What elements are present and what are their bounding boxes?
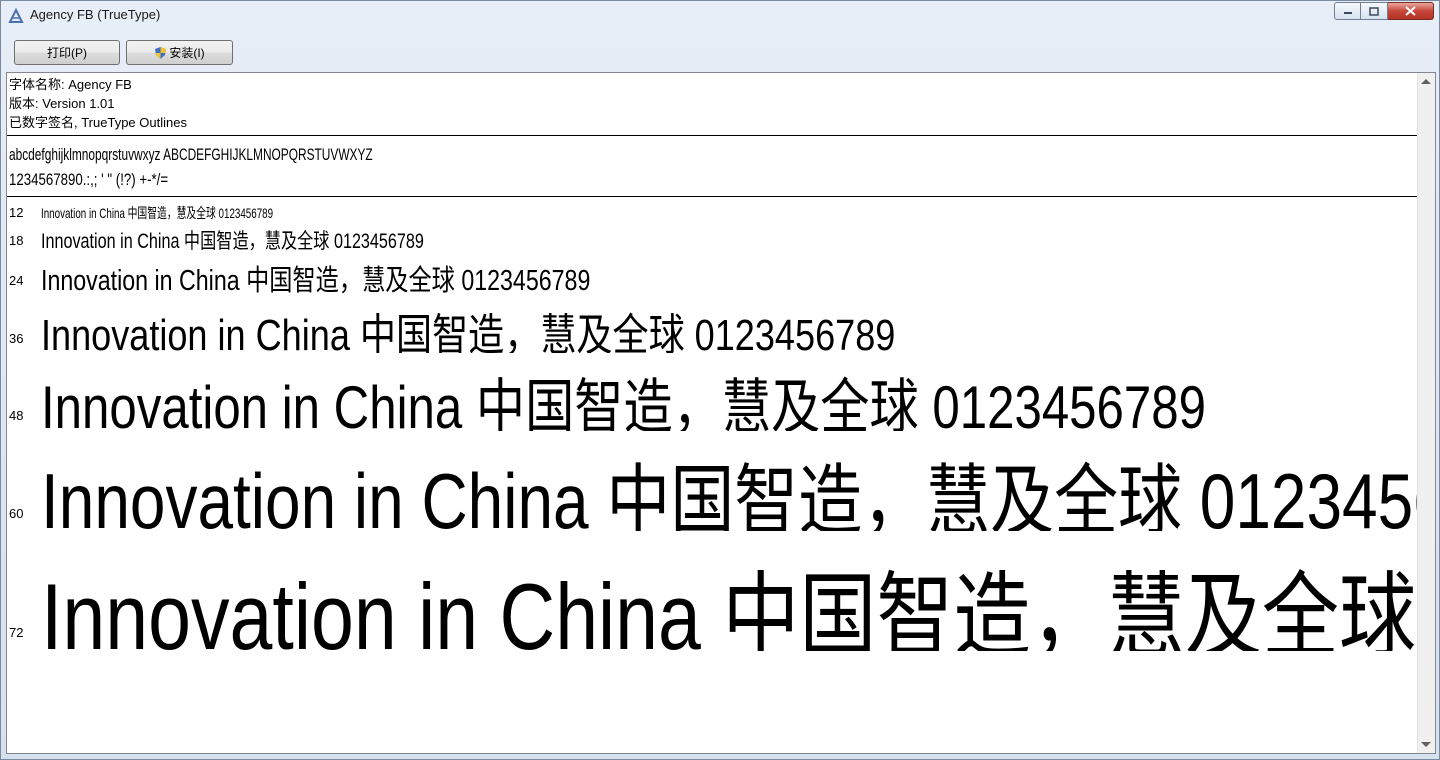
- title-bar[interactable]: Agency FB (TrueType): [1, 1, 1439, 31]
- scroll-down-icon[interactable]: [1421, 742, 1431, 747]
- sample-text: Innovation in China 中国智造，慧及全球 0123456789: [41, 564, 1419, 651]
- sample-row: 60 Innovation in China 中国智造，慧及全球 0123456…: [7, 431, 1419, 531]
- font-version: 版本: Version 1.01: [9, 96, 115, 111]
- sample-size-label: 24: [9, 273, 24, 288]
- sample-size-label: 72: [9, 625, 24, 640]
- sample-text: Innovation in China 中国智造，慧及全球 0123456789: [41, 374, 1207, 431]
- sample-row: 12 Innovation in China 中国智造，慧及全球 0123456…: [7, 199, 1419, 221]
- font-viewer-window: Agency FB (TrueType) 打印(P) 安装(I) 字体名称: A…: [0, 0, 1440, 760]
- uac-shield-icon: [155, 46, 167, 59]
- vertical-scrollbar[interactable]: [1417, 73, 1435, 753]
- divider: [7, 135, 1419, 136]
- sample-text: Innovation in China 中国智造，慧及全球 0123456789: [41, 311, 896, 353]
- font-name: 字体名称: Agency FB: [9, 77, 132, 92]
- font-info: 字体名称: Agency FB 版本: Version 1.01 已数字签名, …: [9, 75, 187, 132]
- sample-text: Innovation in China 中国智造，慧及全球 0123456789: [41, 265, 591, 295]
- minimize-button[interactable]: [1334, 2, 1361, 20]
- sample-size-label: 60: [9, 506, 24, 521]
- font-app-icon: [8, 8, 24, 23]
- minimize-icon: [1343, 12, 1352, 14]
- sample-size-label: 18: [9, 233, 24, 248]
- sample-text: Innovation in China 中国智造，慧及全球 0123456789: [41, 230, 424, 253]
- sample-size-label: 48: [9, 408, 24, 423]
- font-preview-pane: 字体名称: Agency FB 版本: Version 1.01 已数字签名, …: [6, 72, 1436, 754]
- font-signature: 已数字签名, TrueType Outlines: [9, 115, 187, 130]
- close-icon: [1405, 6, 1416, 16]
- sample-text: Innovation in China 中国智造，慧及全球 0123456789: [41, 457, 1419, 531]
- install-button-label: 安装(I): [169, 46, 205, 60]
- window-title: Agency FB (TrueType): [30, 7, 161, 22]
- sample-row: 36 Innovation in China 中国智造，慧及全球 0123456…: [7, 295, 1419, 353]
- charset-symbols: 1234567890.:,; ' " (!?) +-*/=: [9, 170, 169, 189]
- scroll-up-icon[interactable]: [1421, 79, 1431, 84]
- print-button[interactable]: 打印(P): [14, 40, 120, 65]
- sample-text: Innovation in China 中国智造，慧及全球 0123456789: [41, 205, 274, 221]
- caption-buttons: [1334, 2, 1434, 21]
- maximize-button[interactable]: [1361, 2, 1388, 20]
- sample-size-label: 12: [9, 205, 24, 220]
- print-button-label: 打印(P): [47, 46, 87, 60]
- install-button[interactable]: 安装(I): [126, 40, 233, 65]
- toolbar: 打印(P) 安装(I): [1, 31, 1439, 71]
- sample-row: 72 Innovation in China 中国智造，慧及全球 0123456…: [7, 531, 1419, 651]
- sample-row: 48 Innovation in China 中国智造，慧及全球 0123456…: [7, 353, 1419, 431]
- sample-size-label: 36: [9, 331, 24, 346]
- sample-row: 24 Innovation in China 中国智造，慧及全球 0123456…: [7, 253, 1419, 295]
- charset-letters: abcdefghijklmnopqrstuvwxyz ABCDEFGHIJKLM…: [9, 145, 373, 164]
- close-button[interactable]: [1388, 2, 1434, 20]
- sample-row: 18 Innovation in China 中国智造，慧及全球 0123456…: [7, 221, 1419, 253]
- divider: [7, 196, 1419, 197]
- maximize-icon: [1369, 6, 1379, 16]
